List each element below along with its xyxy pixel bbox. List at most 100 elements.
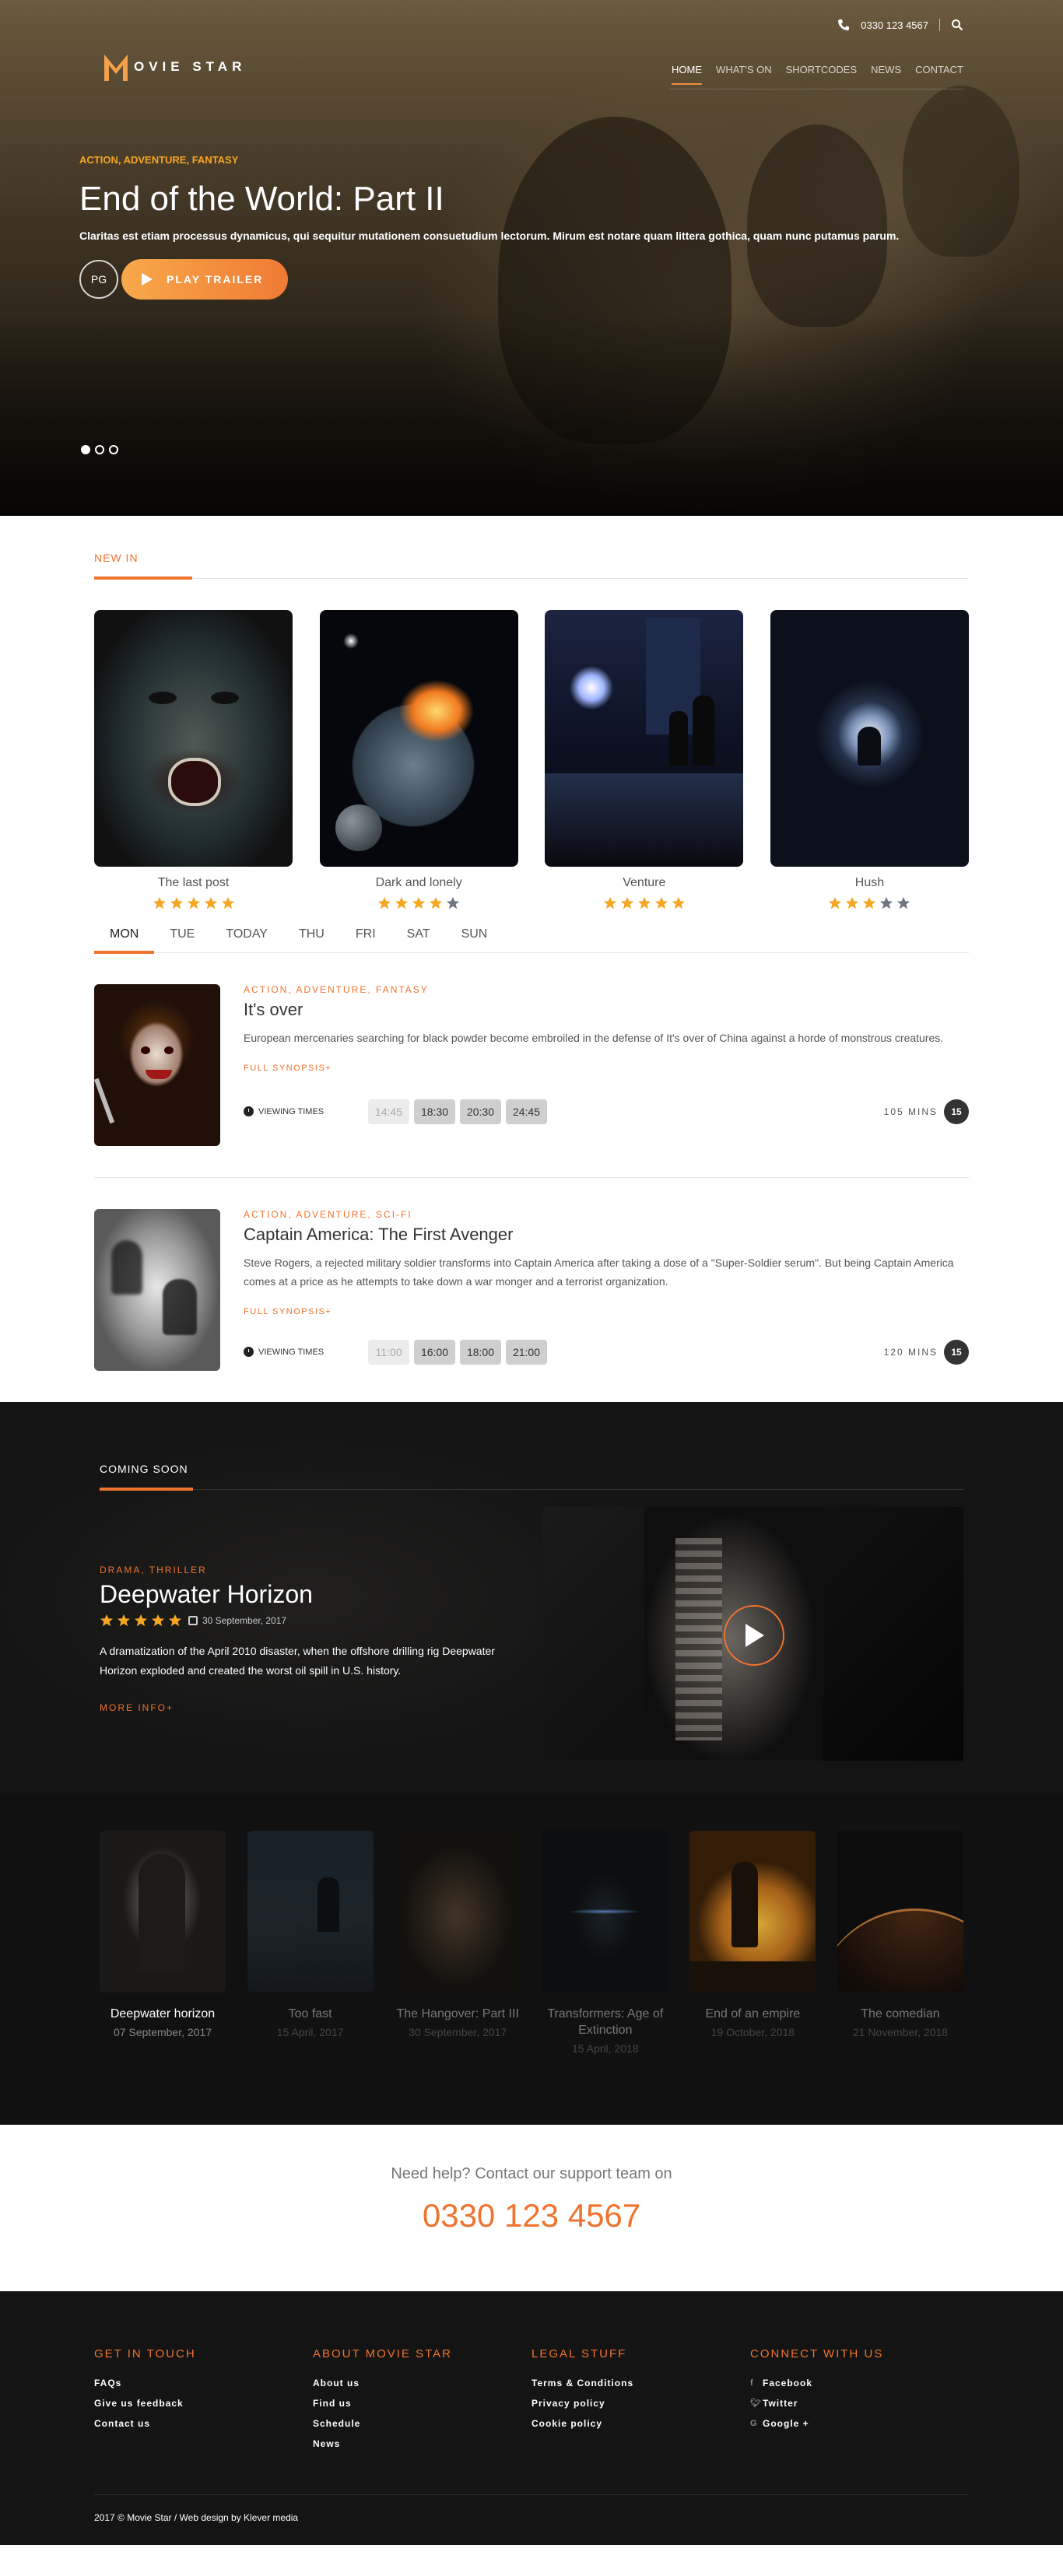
film-thumbnail[interactable] — [689, 1831, 816, 1992]
star-filled-icon — [672, 896, 685, 909]
topbar: 0330 123 4567 — [837, 19, 963, 31]
showtime-button[interactable]: 20:30 — [460, 1099, 501, 1124]
footer-link-faqs[interactable]: FAQs — [94, 2378, 313, 2388]
film-title: End of an empire — [705, 2007, 801, 2020]
tab-tue[interactable]: TUE — [154, 927, 210, 952]
hero-title: End of the World: Part II — [79, 180, 444, 218]
footer-link-about[interactable]: About us — [313, 2378, 532, 2388]
footer-link-twitter[interactable]: 🐦︎ Twitter — [750, 2398, 969, 2409]
poster-card[interactable]: Venture — [545, 610, 744, 910]
showtime-button[interactable]: 14:45 — [368, 1099, 409, 1124]
poster-image[interactable] — [94, 610, 293, 867]
poster-card[interactable]: Hush — [770, 610, 969, 910]
coming-soon-section: COMING SOON DRAMA, THRILLER Deepwater Ho… — [0, 1402, 1063, 1793]
poster-card[interactable]: The last post — [94, 610, 293, 910]
footer-link-schedule[interactable]: Schedule — [313, 2418, 532, 2429]
showtime-button[interactable]: 21:00 — [506, 1339, 547, 1365]
film-date: 15 April, 2018 — [571, 2042, 639, 2055]
footer-link-contact[interactable]: Contact us — [94, 2418, 313, 2429]
showtime-button[interactable]: 11:00 — [368, 1339, 409, 1365]
nav-shortcodes[interactable]: SHORTCODES — [786, 64, 858, 85]
footer-link-cookie[interactable]: Cookie policy — [532, 2418, 750, 2429]
listing-thumbnail[interactable] — [94, 1209, 220, 1371]
footer-link-privacy[interactable]: Privacy policy — [532, 2398, 750, 2409]
search-icon[interactable] — [951, 19, 963, 31]
support-text: Need help? Contact our support team on — [391, 2164, 672, 2182]
showtime-button[interactable]: 18:30 — [414, 1099, 455, 1124]
film-card[interactable]: Transformers: Age of Extinction 15 April… — [542, 1831, 668, 2055]
tab-mon[interactable]: MON — [94, 927, 155, 954]
film-card[interactable]: End of an empire 19 October, 2018 — [689, 1831, 816, 2055]
header-phone[interactable]: 0330 123 4567 — [861, 19, 928, 31]
listing-title[interactable]: Captain America: The First Avenger — [244, 1225, 969, 1245]
play-video-button[interactable] — [724, 1605, 784, 1666]
full-synopsis-link[interactable]: FULL SYNOPSIS+ — [244, 1064, 969, 1073]
film-card[interactable]: The comedian 21 November, 2018 — [837, 1831, 963, 2055]
tab-sat[interactable]: SAT — [391, 927, 446, 952]
poster-image[interactable] — [770, 610, 969, 867]
star-filled-icon — [637, 896, 651, 909]
coming-title: Deepwater Horizon — [100, 1580, 313, 1608]
poster-image[interactable] — [319, 610, 518, 867]
more-info-link[interactable]: MORE INFO+ — [100, 1702, 543, 1713]
listing-thumbnail[interactable] — [94, 984, 220, 1146]
showtime-button[interactable]: 16:00 — [414, 1339, 455, 1365]
logo[interactable]: OVIE STAR — [103, 51, 246, 82]
film-thumbnail[interactable] — [837, 1831, 963, 1992]
nav-home[interactable]: HOME — [672, 64, 703, 85]
new-in-section: NEW IN The last post Dark and lonely Ven… — [0, 516, 1063, 1402]
film-thumbnail[interactable] — [395, 1831, 521, 1992]
film-title: Too fast — [288, 2007, 332, 2020]
nav-whats-on[interactable]: WHAT'S ON — [716, 64, 772, 85]
footer-link-terms[interactable]: Terms & Conditions — [532, 2378, 750, 2388]
star-rating — [320, 896, 518, 910]
listing-title[interactable]: It's over — [244, 1000, 969, 1020]
star-filled-icon — [829, 896, 842, 909]
hero: 0330 123 4567 OVIE STAR HOME WHAT'S ON S… — [0, 0, 1063, 516]
film-thumbnail[interactable] — [247, 1831, 374, 1992]
footer-link-google[interactable]: G Google + — [750, 2418, 969, 2429]
tab-fri[interactable]: FRI — [340, 927, 391, 952]
poster-image[interactable] — [545, 610, 744, 867]
rating-badge: PG — [79, 260, 118, 299]
footer-link-feedback[interactable]: Give us feedback — [94, 2398, 313, 2409]
star-rating — [94, 896, 293, 910]
calendar-icon — [188, 1616, 198, 1625]
support-phone[interactable]: 0330 123 4567 — [0, 2197, 1063, 2234]
slider-dot[interactable] — [95, 445, 104, 454]
slider-dot[interactable] — [109, 445, 118, 454]
film-title: Deepwater horizon — [110, 2007, 216, 2020]
tab-thu[interactable]: THU — [283, 927, 340, 952]
film-thumbnail[interactable] — [542, 1831, 668, 1992]
hero-description: Claritas est etiam processus dynamicus, … — [79, 230, 900, 242]
footer-link-news[interactable]: News — [313, 2438, 532, 2449]
film-thumbnail[interactable] — [100, 1831, 226, 1992]
tab-sun[interactable]: SUN — [446, 927, 503, 952]
clock-icon — [244, 1106, 254, 1117]
footer-link-facebook[interactable]: f Facebook — [750, 2378, 969, 2388]
film-card[interactable]: Too fast 15 April, 2017 — [247, 1831, 374, 2055]
play-trailer-button[interactable]: PLAY TRAILER — [121, 259, 289, 300]
trailer-video[interactable] — [543, 1507, 963, 1761]
hero-genre: ACTION, ADVENTURE, FANTASY — [79, 154, 239, 166]
slider-dot[interactable] — [81, 445, 90, 454]
star-filled-icon — [395, 896, 409, 909]
play-icon — [746, 1624, 764, 1647]
showtime-button[interactable]: 24:45 — [506, 1099, 547, 1124]
showtimes: 14:45 18:30 20:30 24:45 — [368, 1099, 547, 1124]
star-filled-icon — [430, 896, 443, 909]
film-card[interactable]: Deepwater horizon 07 September, 2017 — [100, 1831, 226, 2055]
nav-news[interactable]: NEWS — [871, 64, 901, 85]
star-filled-icon — [187, 896, 200, 909]
showtime-button[interactable]: 18:00 — [460, 1339, 501, 1365]
listing: ACTION, ADVENTURE, FANTASY It's over Eur… — [94, 953, 969, 1178]
star-filled-icon — [134, 1614, 148, 1627]
tab-today[interactable]: TODAY — [210, 927, 283, 952]
viewing-times-label: VIEWING TIMES — [244, 1106, 368, 1117]
nav-contact[interactable]: CONTACT — [915, 64, 963, 85]
full-synopsis-link[interactable]: FULL SYNOPSIS+ — [244, 1307, 969, 1316]
film-card[interactable]: The Hangover: Part III 30 September, 201… — [395, 1831, 521, 2055]
film-date: 30 September, 2017 — [409, 2025, 507, 2038]
poster-card[interactable]: Dark and lonely — [319, 610, 518, 910]
footer-link-find[interactable]: Find us — [313, 2398, 532, 2409]
